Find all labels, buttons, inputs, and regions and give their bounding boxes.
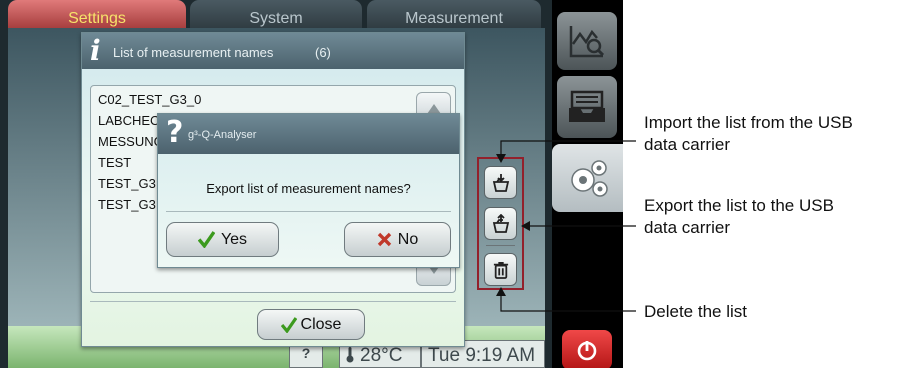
annotation-arrows (496, 140, 636, 312)
callout-import: Import the list from the USB data carrie… (644, 112, 853, 156)
callout-export: Export the list to the USB data carrier (644, 195, 834, 239)
callout-export-line-2: data carrier (644, 218, 730, 237)
callout-import-line-1: Import the list from the USB (644, 113, 853, 132)
callout-export-line-1: Export the list to the USB (644, 196, 834, 215)
callout-delete: Delete the list (644, 302, 747, 321)
callout-import-line-2: data carrier (644, 135, 730, 154)
